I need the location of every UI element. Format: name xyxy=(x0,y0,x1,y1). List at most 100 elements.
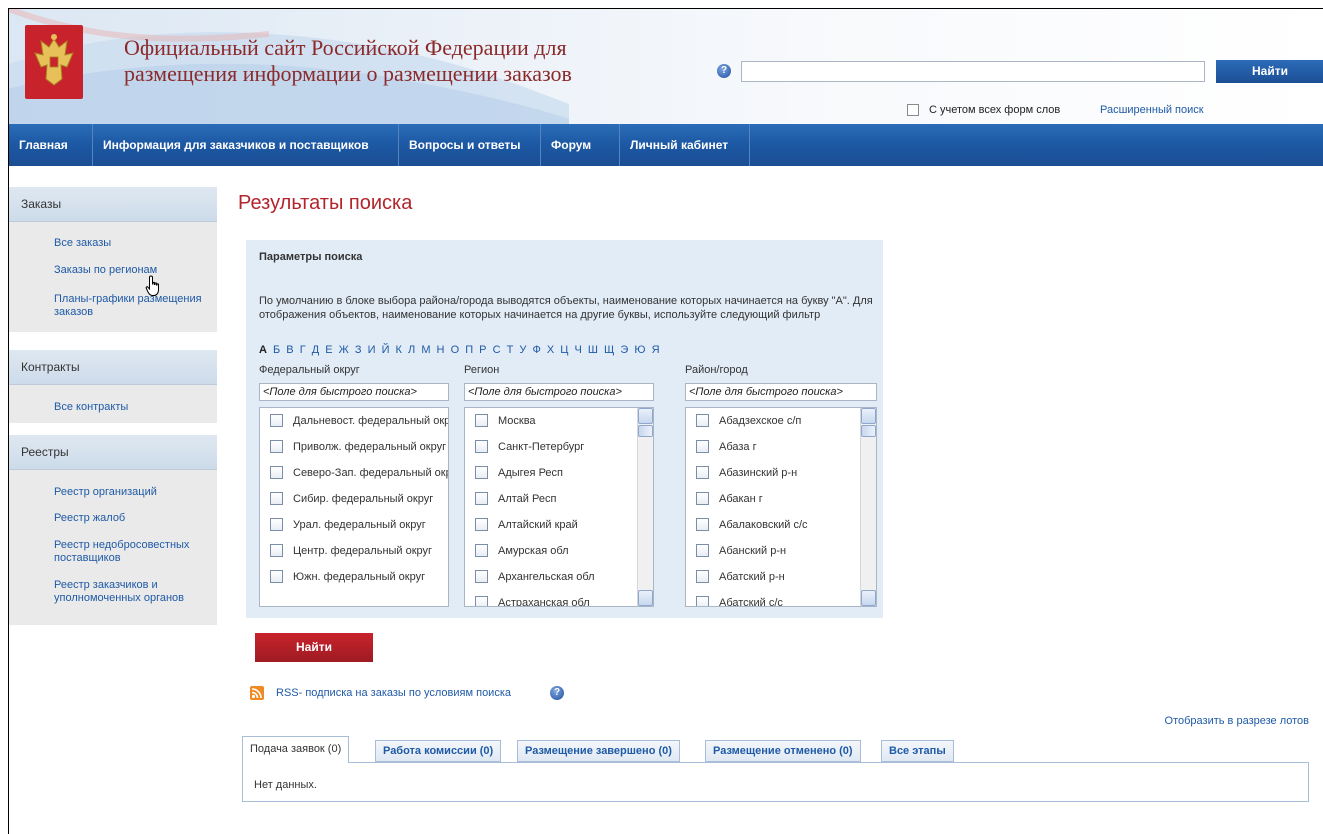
list-item[interactable]: Абадзехское с/п xyxy=(686,408,876,434)
alphabet-letter[interactable]: Щ xyxy=(604,344,614,356)
scroll-down-button[interactable] xyxy=(638,590,653,606)
alphabet-letter[interactable]: П xyxy=(465,344,473,356)
list-item[interactable]: Архангельская обл xyxy=(465,564,653,590)
list-item-checkbox[interactable] xyxy=(696,466,709,479)
list-item[interactable]: Центр. федеральный округ xyxy=(260,538,448,564)
alphabet-letter[interactable]: Ю xyxy=(634,344,645,356)
header-find-button[interactable]: Найти xyxy=(1216,60,1323,83)
alphabet-letter[interactable]: Р xyxy=(479,344,486,356)
list-item-checkbox[interactable] xyxy=(696,492,709,505)
tab-completed[interactable]: Размещение завершено (0) xyxy=(517,740,680,762)
list-item-checkbox[interactable] xyxy=(270,492,283,505)
list-item[interactable]: Абатский с/с xyxy=(686,590,876,606)
alphabet-letter[interactable]: З xyxy=(355,344,362,356)
list-item-checkbox[interactable] xyxy=(270,570,283,583)
list-item-checkbox[interactable] xyxy=(696,414,709,427)
list-item-checkbox[interactable] xyxy=(696,518,709,531)
sidebar-link-complaints-registry[interactable]: Реестр жалоб xyxy=(9,512,131,525)
list-item[interactable]: Абакан г xyxy=(686,486,876,512)
region-list[interactable]: Москва Санкт-Петербург Адыгея Респ Алтай Ре… xyxy=(464,407,654,607)
list-item-checkbox[interactable] xyxy=(270,440,283,453)
scroll-up-button[interactable] xyxy=(638,408,653,424)
nav-item-info[interactable]: Информация для заказчиков и поставщиков xyxy=(93,124,399,166)
alphabet-letter[interactable]: Й xyxy=(382,344,390,356)
alphabet-letter[interactable]: М xyxy=(421,344,430,356)
alphabet-letter[interactable]: К xyxy=(396,344,402,356)
alphabet-letter[interactable]: Т xyxy=(507,344,514,356)
tab-all-stages[interactable]: Все этапы xyxy=(881,740,954,762)
sidebar-link-all-contracts[interactable]: Все контракты xyxy=(9,401,134,414)
list-item[interactable]: Южн. федеральный округ xyxy=(260,564,448,590)
list-item[interactable]: Санкт-Петербург xyxy=(465,434,653,460)
search-find-button[interactable]: Найти xyxy=(255,633,373,662)
district-city-scrollbar[interactable] xyxy=(860,408,876,606)
alphabet-letter[interactable]: Ц xyxy=(560,344,568,356)
alphabet-letter[interactable]: Ф xyxy=(532,344,540,356)
alphabet-letter[interactable]: О xyxy=(451,344,460,356)
list-item[interactable]: Абаза г xyxy=(686,434,876,460)
list-item[interactable]: Адыгея Респ xyxy=(465,460,653,486)
list-item-checkbox[interactable] xyxy=(696,596,709,606)
list-item-checkbox[interactable] xyxy=(696,570,709,583)
list-item-checkbox[interactable] xyxy=(696,544,709,557)
scroll-down-button[interactable] xyxy=(861,590,876,606)
alphabet-letter[interactable]: Н xyxy=(437,344,445,356)
tab-cancelled[interactable]: Размещение отменено (0) xyxy=(705,740,861,762)
list-item-checkbox[interactable] xyxy=(270,544,283,557)
list-item-checkbox[interactable] xyxy=(270,466,283,479)
list-item-checkbox[interactable] xyxy=(475,440,488,453)
district-city-quick-search[interactable] xyxy=(685,383,877,401)
list-item[interactable]: Алтай Респ xyxy=(465,486,653,512)
list-item[interactable]: Северо-Зап. федеральный округ xyxy=(260,460,448,486)
alphabet-letter[interactable]: Л xyxy=(408,344,415,356)
alphabet-letter[interactable]: Д xyxy=(312,344,319,356)
list-item-checkbox[interactable] xyxy=(270,414,283,427)
tab-commission[interactable]: Работа комиссии (0) xyxy=(375,740,502,762)
alphabet-letter[interactable]: Ч xyxy=(574,344,581,356)
alphabet-letter[interactable]: И xyxy=(368,344,376,356)
region-quick-search[interactable] xyxy=(464,383,654,401)
list-item-checkbox[interactable] xyxy=(475,596,488,606)
list-item-checkbox[interactable] xyxy=(696,440,709,453)
list-item-checkbox[interactable] xyxy=(475,544,488,557)
rss-subscribe-link[interactable]: RSS- подписка на заказы по условиям поис… xyxy=(276,687,511,699)
list-item[interactable]: Абатский р-н xyxy=(686,564,876,590)
federal-district-list[interactable]: Дальневост. федеральный округ Приволж. фе… xyxy=(259,407,449,607)
nav-item-home[interactable]: Главная xyxy=(9,124,93,166)
list-item-checkbox[interactable] xyxy=(475,414,488,427)
sidebar-link-all-orders[interactable]: Все заказы xyxy=(9,237,117,250)
search-help-icon[interactable]: ? xyxy=(717,64,731,78)
sidebar-link-orders-by-region[interactable]: Заказы по регионам xyxy=(9,264,163,277)
alphabet-letter[interactable]: У xyxy=(519,344,526,356)
advanced-search-link[interactable]: Расширенный поиск xyxy=(1100,104,1204,116)
scroll-up-button[interactable] xyxy=(861,408,876,424)
list-item[interactable]: Астраханская обл xyxy=(465,590,653,606)
sidebar-link-schedules[interactable]: Планы-графики размещения заказов xyxy=(9,293,217,319)
list-item[interactable]: Сибир. федеральный округ xyxy=(260,486,448,512)
rss-icon[interactable] xyxy=(250,686,264,700)
alphabet-letter[interactable]: Я xyxy=(652,344,660,356)
alphabet-letter[interactable]: В xyxy=(286,344,293,356)
list-item-checkbox[interactable] xyxy=(475,570,488,583)
list-item[interactable]: Абанский р-н xyxy=(686,538,876,564)
list-item[interactable]: Амурская обл xyxy=(465,538,653,564)
district-city-list[interactable]: Абадзехское с/п Абаза г Абазинский р-н Абак… xyxy=(685,407,877,607)
alphabet-letter[interactable]: Г xyxy=(300,344,306,356)
list-item[interactable]: Приволж. федеральный округ xyxy=(260,434,448,460)
search-input[interactable] xyxy=(741,61,1205,82)
list-item-checkbox[interactable] xyxy=(475,466,488,479)
alphabet-letter[interactable]: С xyxy=(493,344,501,356)
coat-of-arms-logo[interactable] xyxy=(25,25,83,99)
alphabet-letter[interactable]: Х xyxy=(547,344,554,356)
sidebar-link-customers-registry[interactable]: Реестр заказчиков и уполномоченных орган… xyxy=(9,579,217,605)
region-scrollbar[interactable] xyxy=(637,408,653,606)
nav-item-faq[interactable]: Вопросы и ответы xyxy=(399,124,541,166)
tab-applications[interactable]: Подача заявок (0) xyxy=(242,736,350,763)
list-item-checkbox[interactable] xyxy=(475,518,488,531)
alphabet-letter[interactable]: Е xyxy=(325,344,332,356)
scroll-thumb[interactable] xyxy=(861,425,876,437)
list-item[interactable]: Дальневост. федеральный округ xyxy=(260,408,448,434)
alphabet-letter[interactable]: Ж xyxy=(339,344,349,356)
alphabet-letter[interactable]: А xyxy=(259,344,267,356)
list-item[interactable]: Абазинский р-н xyxy=(686,460,876,486)
